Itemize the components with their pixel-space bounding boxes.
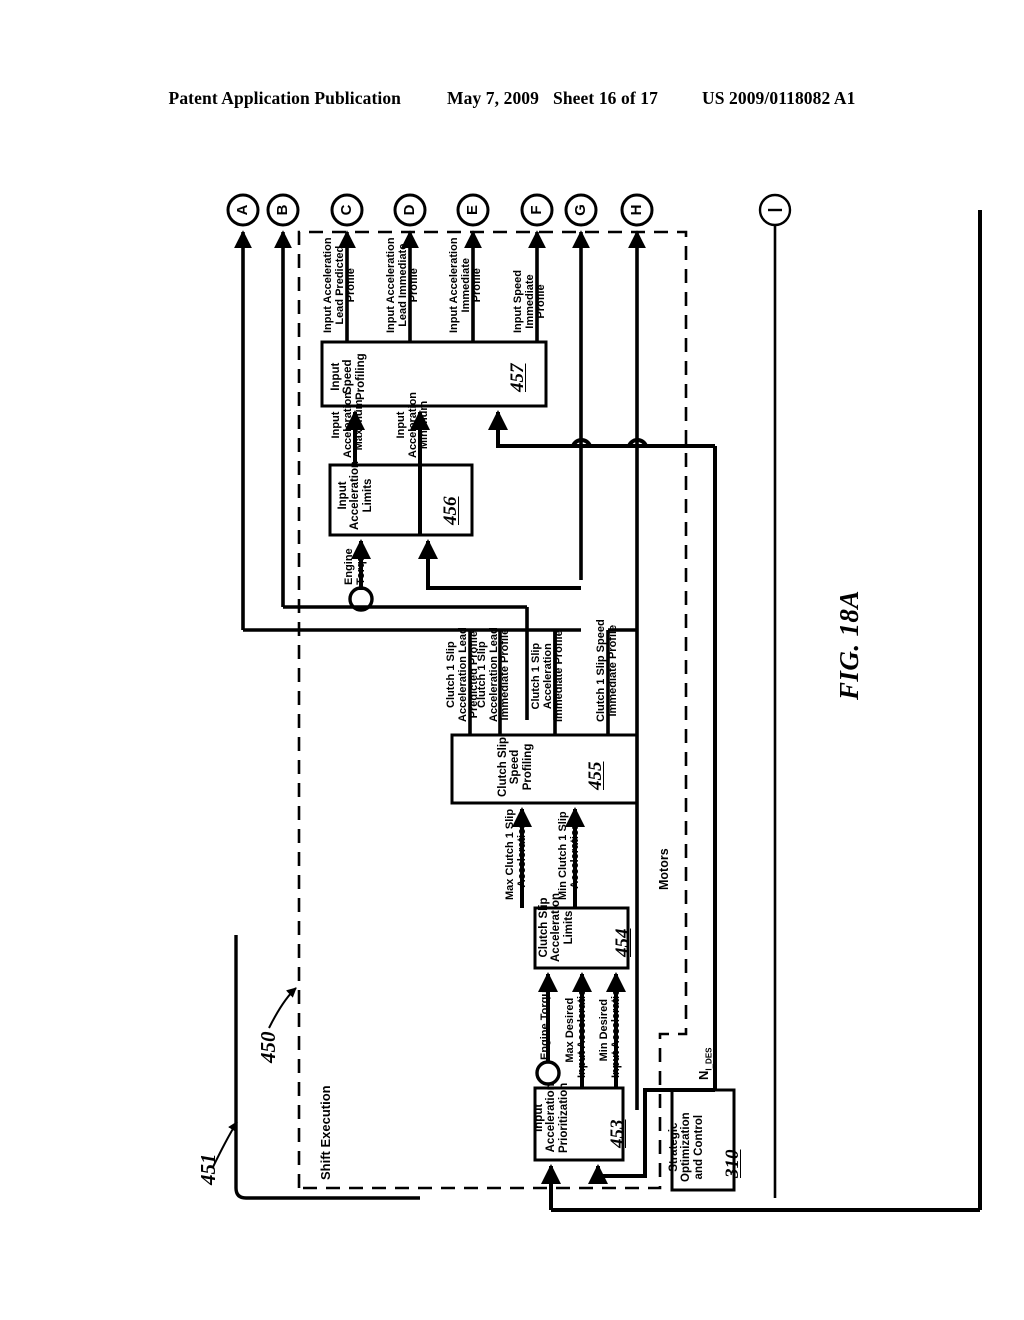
block-455-title: Clutch Slip Speed Profiling (496, 736, 534, 797)
signal-max-desired-input-accel: Max Desired Input Acceleration (563, 982, 588, 1078)
block-454-number: 454 (612, 928, 633, 958)
figure-caption: FIG. 18A (834, 590, 864, 700)
signal-min-desired-input-accel: Min Desired Input Acceleration (597, 982, 622, 1078)
block-456-title: Input Acceleration Limits (336, 460, 374, 530)
ref-numeral-451: 451 (196, 1153, 220, 1186)
block-310-number: 310 (722, 1149, 743, 1179)
signal-input-accel-lead-immediate: Input Acceleration Lead Immediate Profile (384, 237, 420, 333)
block-456-number: 456 (440, 496, 461, 526)
signal-clutch1-slip-accel-lead-immediate: Clutch 1 Slip Acceleration Lead Immediate … (475, 627, 511, 722)
block-310-title: Strategic Optimization and Control (667, 1112, 705, 1182)
signal-clutch1-slip-speed-immediate: Clutch 1 Slip Speed Immediate Profile (594, 619, 619, 722)
signal-input-accel-immediate: Input Acceleration Immediate Profile (447, 237, 483, 333)
node-label-g: G (572, 204, 589, 216)
ref-numeral-450: 450 (256, 1031, 280, 1064)
block-455-number: 455 (585, 761, 606, 791)
node-label-f: F (528, 205, 545, 215)
signal-engine-torque-456: Engine Torque (342, 548, 367, 585)
signal-input-speed-immediate: Input Speed Immediate Profile (511, 270, 547, 333)
node-label-a: A (234, 204, 251, 216)
figure-18a: A B C D E F G H Input Acceleration Lead P… (0, 0, 1024, 1320)
signal-input-accel-maximum: Input Acceleration Maximum (329, 391, 365, 458)
signal-ni-des: NI_DES (695, 1047, 714, 1080)
block-453-number: 453 (607, 1119, 628, 1149)
engine-torque-terminal-454 (535, 1060, 561, 1086)
node-label-d: D (401, 204, 418, 216)
leader-450 (268, 987, 297, 1029)
node-label-e: E (464, 205, 481, 216)
block-457-number: 457 (507, 363, 528, 393)
diagram-linework (212, 193, 982, 1212)
node-label-b: B (274, 204, 291, 216)
node-label-c: C (338, 204, 355, 216)
block-453-title: Input Acceleration Prioritization (532, 1082, 570, 1153)
block-454-title: Clutch Slip Acceleration Limits (537, 892, 575, 962)
signal-clutch1-slip-accel-immediate: Clutch 1 Slip Acceleration Immediate Profi… (529, 630, 565, 722)
signal-max-clutch1-slip-accel: Max Clutch 1 Slip Acceleration (503, 808, 528, 900)
wire-motors-457-path (496, 440, 715, 448)
signal-engine-torque-454: Engine Torque (539, 983, 551, 1060)
shift-execution-label: Shift Execution (318, 1085, 333, 1180)
node-label-h: H (628, 204, 645, 216)
signal-min-clutch1-slip-accel: Min Clutch 1 Slip Acceleration (556, 811, 581, 900)
block-455-rect (450, 733, 639, 805)
wire-456-second-path (426, 583, 581, 590)
motors-label: Motors (657, 848, 671, 890)
signal-input-accel-minimum: Input Acceleration Minimum (394, 391, 430, 458)
signal-input-accel-lead-predicted: Input Acceleration Lead Predicted Profile (321, 237, 357, 333)
